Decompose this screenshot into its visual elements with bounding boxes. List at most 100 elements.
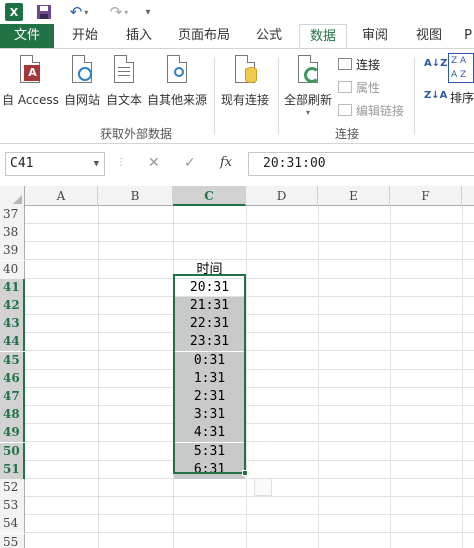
row-header[interactable]: 39: [0, 242, 25, 261]
cell-c39[interactable]: [174, 242, 245, 260]
cancel-icon[interactable]: ✕: [148, 155, 160, 171]
cell-c38[interactable]: [174, 224, 245, 242]
cell-c40[interactable]: 时间: [174, 261, 245, 279]
table-row: 47 2:31: [0, 388, 474, 406]
sort-descending-icon[interactable]: Z↓A: [424, 91, 447, 101]
table-row: 55: [0, 533, 474, 548]
row-header[interactable]: 48: [0, 406, 25, 425]
fill-handle[interactable]: [242, 470, 248, 476]
formula-bar-grip-icon: ⋮: [116, 157, 126, 168]
save-icon[interactable]: [36, 3, 52, 21]
cell-c50[interactable]: 5:31: [174, 442, 245, 461]
column-header-f[interactable]: F: [390, 186, 462, 206]
edit-links-button[interactable]: 编辑链接: [338, 101, 404, 119]
cell-c55[interactable]: [174, 534, 245, 548]
cell-c49[interactable]: 4:31: [174, 424, 245, 443]
cell-c42[interactable]: 21:31: [174, 297, 245, 315]
from-other-sources-label: 自其他来源: [147, 93, 208, 107]
tab-data[interactable]: 数据: [299, 24, 347, 49]
cell-c54[interactable]: [174, 515, 245, 533]
table-row: 54: [0, 515, 474, 534]
table-row: 45 0:31: [0, 351, 474, 370]
cell-c44[interactable]: 23:31: [174, 333, 245, 352]
row-header[interactable]: 42: [0, 297, 25, 315]
row-header[interactable]: 50: [0, 442, 25, 461]
row-header[interactable]: 47: [0, 388, 25, 406]
tab-home[interactable]: 开始: [62, 24, 108, 48]
cell-c43[interactable]: 22:31: [174, 315, 245, 334]
sort-icon[interactable]: Z AA Z: [448, 53, 474, 83]
cell-c51[interactable]: 6:31: [174, 460, 245, 479]
row-header[interactable]: 54: [0, 515, 25, 534]
row-header[interactable]: 37: [0, 206, 25, 224]
row-header[interactable]: 55: [0, 533, 25, 548]
customize-icon[interactable]: ▾: [142, 3, 154, 21]
row-header[interactable]: 38: [0, 224, 25, 243]
tab-file[interactable]: 文件: [0, 24, 54, 48]
worksheet-grid: A B C D E F 37 38 39 40 时间 41 20:31 42 21:31 43 22…: [0, 186, 474, 548]
cell-c37[interactable]: [174, 206, 245, 224]
connections-group-label: 连接: [335, 127, 360, 141]
tab-insert[interactable]: 插入: [116, 24, 162, 48]
cell-c48[interactable]: 3:31: [174, 406, 245, 425]
redo-icon[interactable]: ↷ ▾: [106, 3, 132, 21]
select-all-corner[interactable]: [0, 186, 25, 206]
name-box-dropdown-icon[interactable]: ▼: [94, 153, 99, 175]
sort-ascending-icon[interactable]: A↓Z: [424, 59, 447, 69]
cell-c45[interactable]: 0:31: [174, 351, 245, 370]
row-header[interactable]: 41: [0, 278, 25, 297]
from-web-button[interactable]: 自网站: [64, 53, 100, 108]
quick-analysis-icon[interactable]: [254, 478, 272, 496]
ribbon-divider: [278, 57, 279, 135]
enter-icon[interactable]: ✓: [184, 155, 196, 171]
existing-connections-icon: [231, 53, 259, 87]
from-text-button[interactable]: 自文本: [106, 53, 142, 108]
edit-links-label: 编辑链接: [356, 103, 405, 118]
from-other-sources-button[interactable]: 自其他来源: [147, 53, 207, 108]
tab-view[interactable]: 视图: [406, 24, 452, 48]
table-row: 40 时间: [0, 260, 474, 279]
row-header[interactable]: 44: [0, 333, 25, 352]
cell-c41[interactable]: 20:31: [174, 279, 245, 297]
insert-function-icon[interactable]: fx: [220, 155, 232, 170]
refresh-dropdown-icon[interactable]: ▾: [306, 108, 310, 117]
column-header-a[interactable]: A: [25, 186, 98, 206]
row-header[interactable]: 51: [0, 460, 25, 479]
row-header[interactable]: 46: [0, 369, 25, 388]
access-icon: A: [16, 53, 44, 87]
cell-c52[interactable]: [174, 479, 245, 497]
table-row: 46 1:31: [0, 369, 474, 388]
tab-page-layout[interactable]: 页面布局: [172, 24, 236, 48]
column-header-c[interactable]: C: [173, 186, 246, 206]
table-row: 51 6:31: [0, 460, 474, 479]
cell-c46[interactable]: 1:31: [174, 369, 245, 388]
existing-connections-button[interactable]: 现有连接: [221, 53, 269, 108]
row-header[interactable]: 49: [0, 424, 25, 443]
formula-input[interactable]: 20:31:00: [248, 152, 474, 176]
column-header-d[interactable]: D: [246, 186, 318, 206]
cell-c53[interactable]: [174, 497, 245, 515]
row-header[interactable]: 45: [0, 351, 25, 370]
column-header-b[interactable]: B: [98, 186, 173, 206]
row-header[interactable]: 52: [0, 479, 25, 497]
tab-more[interactable]: P: [458, 24, 474, 48]
tab-formulas[interactable]: 公式: [246, 24, 292, 48]
row-header[interactable]: 43: [0, 315, 25, 334]
connections-button[interactable]: 连接: [338, 55, 380, 73]
column-header-e[interactable]: E: [318, 186, 390, 206]
tab-review[interactable]: 审阅: [352, 24, 398, 48]
table-row: 44 23:31: [0, 333, 474, 352]
undo-icon[interactable]: ↶ ▾: [66, 3, 92, 21]
cell-c47[interactable]: 2:31: [174, 388, 245, 406]
row-header[interactable]: 53: [0, 497, 25, 516]
from-access-button[interactable]: A 自 Access: [2, 53, 59, 108]
refresh-all-button[interactable]: 全部刷新 ▾: [284, 53, 332, 117]
table-row: 39: [0, 242, 474, 261]
table-row: 52: [0, 479, 474, 497]
properties-button[interactable]: 属性: [338, 78, 380, 96]
excel-app-icon[interactable]: X: [5, 3, 23, 21]
row-header[interactable]: 40: [0, 260, 25, 279]
table-row: 49 4:31: [0, 424, 474, 443]
sort-button-label[interactable]: 排序: [450, 89, 474, 106]
name-box[interactable]: C41 ▼: [5, 152, 105, 176]
